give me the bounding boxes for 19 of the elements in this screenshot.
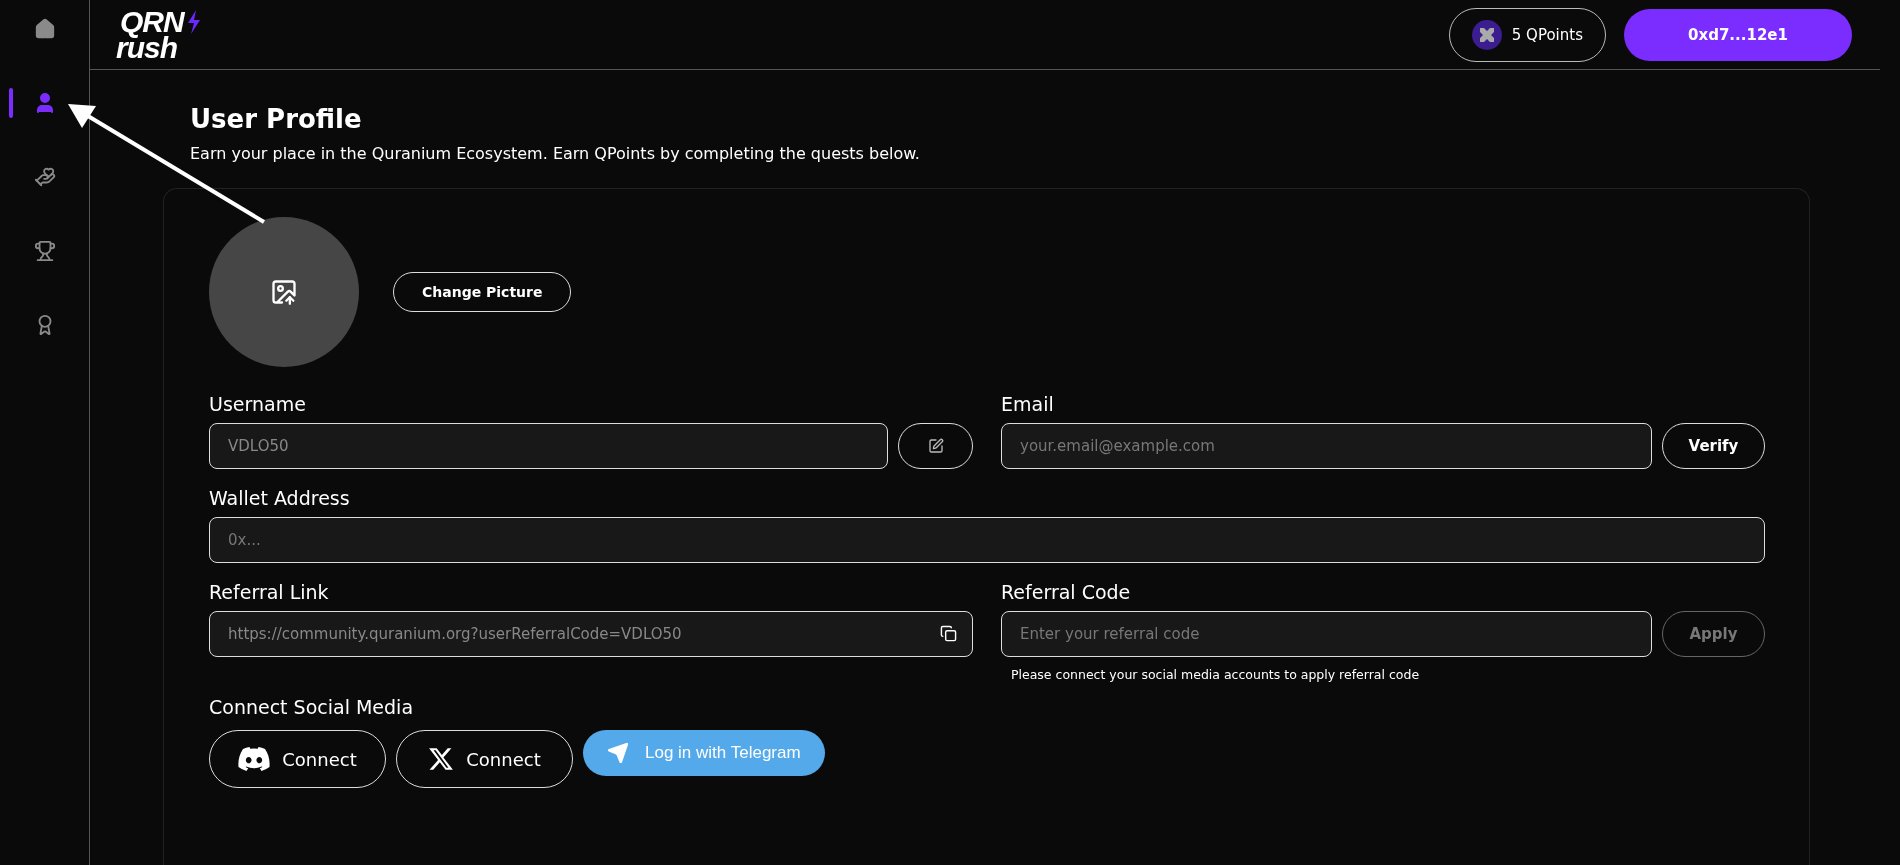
- wallet-address-field[interactable]: 0x...: [209, 517, 1765, 563]
- section-label: Connect Social Media: [209, 696, 415, 718]
- username-field[interactable]: VDLO50: [209, 423, 888, 469]
- referral-link-field[interactable]: https://community.quranium.org?userReferralCode=VDLO50: [209, 611, 973, 657]
- field-label: Email: [1001, 393, 1055, 415]
- field-label: Wallet Address: [209, 487, 351, 509]
- wallet-button[interactable]: 0xd7...12e1: [1624, 8, 1852, 61]
- page-subtitle: Earn your place in the Quranium Ecosystem. Earn QPoints by completing the quests below.: [190, 144, 921, 163]
- field-label: Referral Link: [209, 581, 330, 603]
- points-text: 5 QPoints: [1511, 25, 1583, 44]
- x-connect-button[interactable]: Connect: [396, 730, 573, 788]
- referral-hint: Please connect your social media accounts to apply referral code: [1011, 667, 1421, 682]
- field-label: Referral Code: [1001, 581, 1132, 603]
- field-label: Username: [209, 393, 307, 415]
- change-picture-button[interactable]: Change Picture: [393, 272, 572, 312]
- verify-button[interactable]: Verify: [1662, 423, 1765, 469]
- discord-connect-button[interactable]: Connect: [209, 730, 386, 788]
- page-title: User Profile: [190, 104, 363, 134]
- email-field[interactable]: your.email@example.com: [1001, 423, 1652, 469]
